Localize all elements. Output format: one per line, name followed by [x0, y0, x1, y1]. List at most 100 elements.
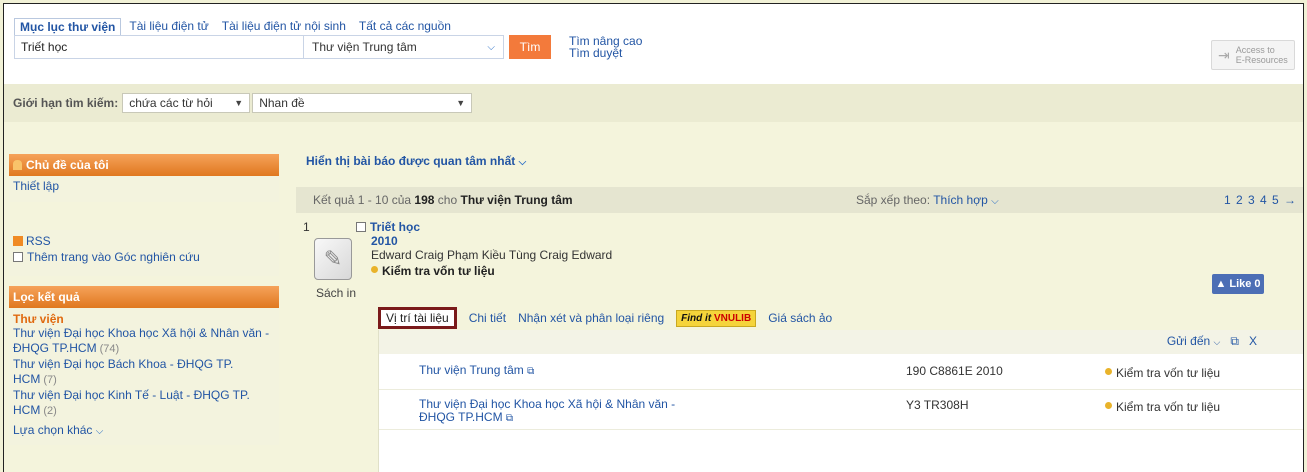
add-corner-link[interactable]: Thêm trang vào Góc nghiên cứu [9, 248, 279, 266]
tab-location[interactable]: Vị trí tài liệu [378, 307, 457, 329]
add-corner-label: Thêm trang vào Góc nghiên cứu [27, 250, 200, 264]
facet-box: Thư viện Thư viện Đại học Khoa học Xã hộ… [9, 308, 279, 445]
filter-header: Lọc kết quả [9, 286, 279, 308]
chevron-down-icon: ▼ [456, 98, 466, 108]
source-tabs: Mục lục thư viện Tài liệu điện tử Tài li… [14, 18, 459, 36]
more-options-label: Lựa chọn khác [13, 423, 93, 437]
find-it-button[interactable]: Find it VNULIB [676, 309, 757, 327]
limit-field-value: Nhan đề [259, 96, 305, 110]
access-label-line1: Access to [1235, 45, 1275, 55]
holding-location-label: Thư viện Trung tâm [419, 363, 524, 377]
next-arrow-icon: → [1284, 193, 1297, 207]
rss-link[interactable]: RSS [9, 234, 279, 248]
facebook-like-button[interactable]: ▲ Like 0 [1212, 274, 1264, 294]
main-content: Hiển thị bài báo được quan tâm nhất ⌵ Kế… [288, 122, 1303, 472]
facet-item[interactable]: Thư viện Đại học Khoa học Xã hội & Nhân … [9, 326, 279, 357]
user-icon [13, 160, 22, 170]
record-author: Edward Craig Phạm Kiều Tùng Craig Edward [371, 248, 613, 262]
setup-link[interactable]: Thiết lập [9, 176, 279, 196]
tab-reviews[interactable]: Nhận xét và phân loại riêng [518, 311, 664, 325]
chevron-down-icon: ⌵ [518, 157, 527, 168]
record-title[interactable]: Triết học [370, 220, 420, 234]
holdings-toolbar: Gửi đến ⌵ ⧉ X [379, 330, 1303, 354]
status-dot-icon [371, 266, 378, 273]
library-select[interactable]: Thư viện Trung tâm ⌵ [304, 35, 504, 59]
results-library: Thư viện Trung tâm [460, 193, 573, 207]
results-bar: Kết quả 1 - 10 của 198 cho Thư viện Trun… [296, 187, 1303, 213]
facet-item[interactable]: Thư viện Đại học Bách Khoa - ĐHQG TP. HC… [9, 357, 279, 388]
tab-internal-e-documents[interactable]: Tài liệu điện tử nội sinh [217, 18, 351, 36]
facet-item[interactable]: Thư viện Đại học Kinh Tế - Luật - ĐHQG T… [9, 388, 279, 419]
more-options-link[interactable]: Lựa chọn khác ⌵ [9, 423, 279, 439]
sort-control[interactable]: Sắp xếp theo: Thích hợp ⌵ [856, 193, 999, 207]
holding-status[interactable]: Kiểm tra vốn tư liệu [1105, 366, 1220, 380]
tab-all-sources[interactable]: Tất cả các nguồn [354, 18, 456, 36]
availability-label: Kiểm tra vốn tư liệu [382, 264, 495, 278]
holding-call-number: Y3 TR308H [906, 398, 969, 412]
main-inner: Hiển thị bài báo được quan tâm nhất ⌵ Kế… [296, 122, 1303, 472]
holding-status-label: Kiểm tra vốn tư liệu [1116, 366, 1221, 380]
tab-e-documents[interactable]: Tài liệu điện tử [124, 18, 213, 36]
access-label: Access to E-Resources [1236, 45, 1288, 65]
facet-count: (7) [43, 374, 57, 386]
library-select-value: Thư viện Trung tâm [312, 40, 417, 54]
record-checkbox[interactable] [356, 222, 366, 232]
browse-search-link[interactable]: Tìm duyệt [569, 47, 642, 59]
tab-catalog[interactable]: Mục lục thư viện [14, 18, 122, 36]
record-number: 1 [303, 220, 310, 234]
holding-location[interactable]: Thư viện Trung tâm ⧉ [419, 364, 699, 378]
like-label: Like 0 [1229, 278, 1261, 290]
send-to-button[interactable]: Gửi đến ⌵ [1167, 334, 1221, 348]
app-frame: Mục lục thư viện Tài liệu điện tử Tài li… [3, 3, 1304, 472]
holding-status[interactable]: Kiểm tra vốn tư liệu [1105, 400, 1220, 414]
access-eresources-button[interactable]: ⇥ Access to E-Resources [1211, 40, 1295, 70]
tab-virtual-shelf[interactable]: Giá sách ảo [768, 311, 832, 325]
rss-box: RSS Thêm trang vào Góc nghiên cứu [9, 230, 279, 276]
record-format: Sách in [316, 286, 357, 300]
featured-articles-link[interactable]: Hiển thị bài báo được quan tâm nhất ⌵ [306, 154, 526, 168]
sidebar: Chủ đề của tôi Thiết lập RSS Thêm trang … [9, 154, 279, 445]
my-topics-title: Chủ đề của tôi [26, 158, 109, 172]
chevron-down-icon: ⌵ [95, 426, 104, 437]
holding-location-label: Thư viện Đại học Khoa học Xã hội & Nhân … [419, 397, 676, 424]
facet-count: (74) [99, 343, 120, 355]
my-topics-header: Chủ đề của tôi [9, 154, 279, 176]
featured-label: Hiển thị bài báo được quan tâm nhất [306, 154, 516, 168]
vnulib-logo-text: VNULIB [713, 312, 752, 324]
pagination[interactable]: 1 2 3 4 5 → [1224, 193, 1297, 207]
chevron-down-icon: ⌵ [1213, 337, 1221, 347]
availability-link[interactable]: Kiểm tra vốn tư liệu [371, 264, 612, 278]
search-button[interactable]: Tìm [509, 35, 551, 59]
my-topics-box: Thiết lập [9, 176, 279, 202]
close-button[interactable]: X [1249, 334, 1257, 348]
holdings-panel: Gửi đến ⌵ ⧉ X Thư viện Trung tâm ⧉ 190 C… [378, 330, 1303, 472]
chevron-down-icon: ⌵ [991, 196, 999, 207]
open-window-icon[interactable]: ⧉ [1230, 334, 1239, 348]
access-icon: ⇥ [1218, 47, 1230, 63]
limit-mode-select[interactable]: chứa các từ hỏi ▼ [122, 93, 251, 113]
facet-label: Thư viện Đại học Khoa học Xã hội & Nhân … [13, 326, 270, 355]
sort-label: Sắp xếp theo: [856, 193, 931, 207]
tab-details[interactable]: Chi tiết [469, 311, 506, 325]
send-to-label: Gửi đến [1166, 334, 1211, 348]
add-corner-checkbox[interactable] [13, 252, 23, 262]
holding-location[interactable]: Thư viện Đại học Khoa học Xã hội & Nhân … [419, 398, 699, 425]
limit-field-select[interactable]: Nhan đề ▼ [252, 93, 473, 113]
search-input[interactable] [14, 35, 304, 59]
record-year: 2010 [371, 234, 398, 248]
holding-row: Thư viện Đại học Khoa học Xã hội & Nhân … [379, 390, 1303, 430]
limit-label: Giới hạn tìm kiếm: [13, 96, 119, 110]
search-row: Thư viện Trung tâm ⌵ Tìm [14, 35, 551, 59]
filter-title: Lọc kết quả [13, 290, 80, 304]
sort-value: Thích hợp [933, 193, 988, 207]
search-header: Mục lục thư viện Tài liệu điện tử Tài li… [4, 4, 1303, 84]
external-link-icon: ⧉ [505, 413, 514, 424]
holding-row: Thư viện Trung tâm ⧉ 190 C8861E 2010 Kiể… [379, 354, 1303, 390]
results-for: cho [437, 193, 458, 207]
rss-label: RSS [26, 234, 51, 248]
holding-call-number: 190 C8861E 2010 [906, 364, 1003, 378]
page-numbers: 1 2 3 4 5 [1223, 193, 1280, 207]
status-dot-icon [1105, 368, 1112, 375]
thumbs-up-icon: ▲ [1215, 278, 1227, 290]
advanced-links: Tìm nâng cao Tìm duyệt [569, 35, 642, 59]
